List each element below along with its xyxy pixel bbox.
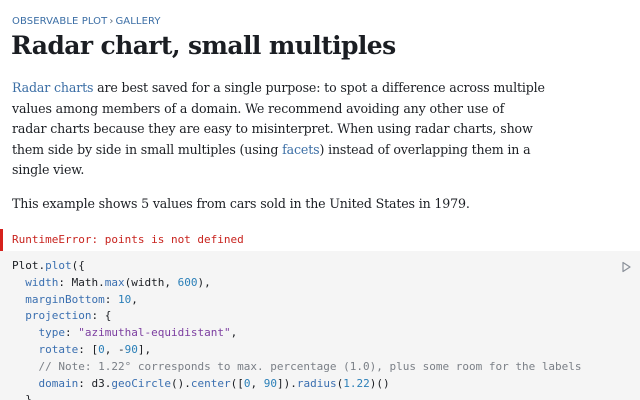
code-line: Plot.plot({	[12, 259, 85, 272]
breadcrumb-root-link[interactable]: OBSERVABLE PLOT	[12, 16, 107, 27]
intro-text-a: are best saved for a single purpose: to …	[93, 80, 545, 95]
page-title: Radar chart, small multiples	[11, 31, 396, 60]
intro-line-4: them side by side in small multiples (us…	[12, 140, 552, 161]
intro-line-2: values among members of a domain. We rec…	[12, 100, 505, 116]
play-icon	[622, 261, 631, 273]
code-line: projection: {	[25, 309, 112, 323]
facets-link[interactable]: facets	[282, 142, 319, 157]
breadcrumb-separator: ›	[109, 16, 114, 27]
intro-text-c: ) instead of overlapping them in a	[319, 141, 531, 157]
code-line: rotate: [0, -90],	[38, 342, 152, 356]
intro-text-b: them side by side in small multiples (us…	[12, 141, 283, 157]
description-paragraph: This example shows 5 values from cars so…	[12, 196, 470, 211]
code-line: marginBottom: 10,	[25, 292, 138, 306]
breadcrumb: OBSERVABLE PLOT › GALLERY	[12, 16, 161, 27]
run-cell-button[interactable]	[620, 258, 632, 273]
intro-paragraph: Radar charts are best saved for a single…	[12, 78, 552, 181]
code-line: type: "azimuthal-equidistant",	[38, 326, 238, 340]
radar-charts-link[interactable]: Radar charts	[12, 80, 93, 95]
code-line: width: Math.max(width, 600),	[25, 275, 211, 289]
breadcrumb-gallery-link[interactable]: GALLERY	[115, 16, 160, 27]
intro-line-3: radar charts because they are easy to mi…	[12, 121, 533, 137]
code-line: domain: d3.geoCircle().center([0, 90]).r…	[38, 376, 390, 390]
code-line: // Note: 1.22° corresponds to max. perce…	[38, 359, 582, 373]
code-block[interactable]: Plot.plot({ width: Math.max(width, 600),…	[0, 251, 640, 400]
runtime-error-message: RuntimeError: points is not defined	[0, 229, 640, 251]
code-line: },	[12, 393, 39, 400]
intro-line-5: single view.	[12, 162, 85, 178]
intro-line-1: Radar charts are best saved for a single…	[12, 78, 552, 99]
